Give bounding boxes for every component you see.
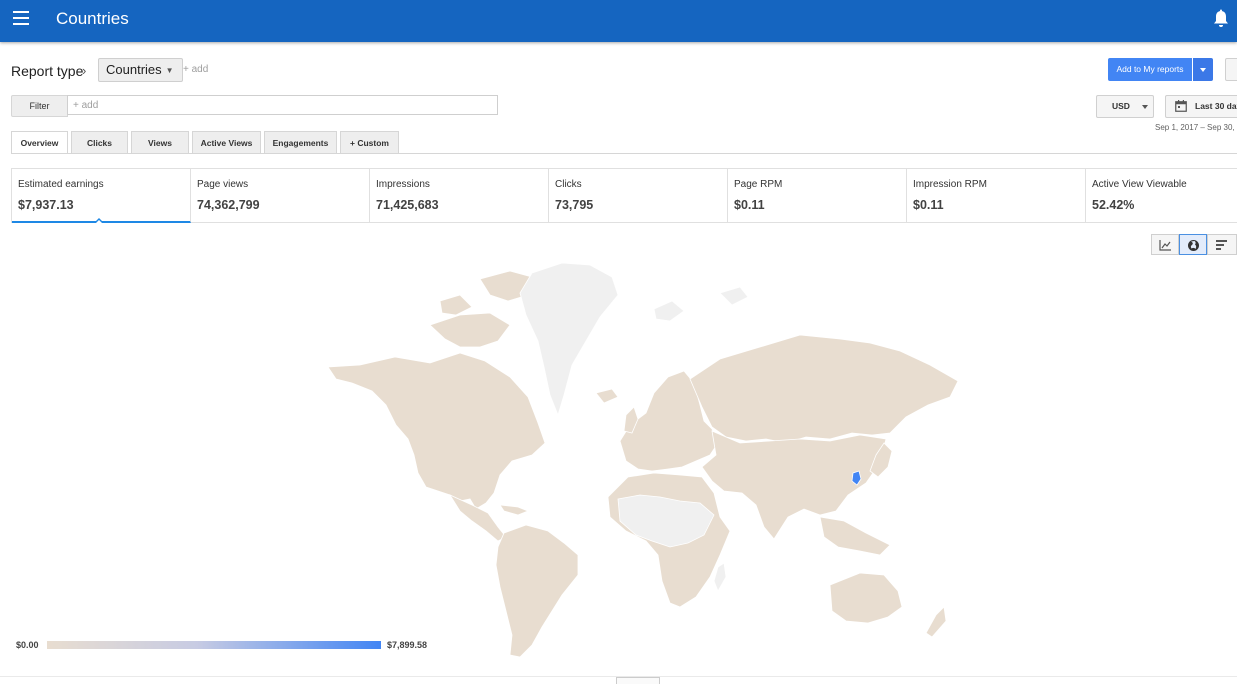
- franz-josef-region[interactable]: [719, 286, 749, 306]
- tab-clicks[interactable]: Clicks: [71, 131, 128, 153]
- iceland-region[interactable]: [595, 388, 619, 404]
- tab-custom[interactable]: + Custom: [340, 131, 399, 153]
- report-type-dropdown[interactable]: Countries ▼: [98, 58, 183, 82]
- filter-button[interactable]: Filter: [11, 95, 68, 117]
- currency-dropdown[interactable]: USD: [1096, 95, 1154, 118]
- filter-input[interactable]: + add: [67, 95, 498, 115]
- metric-value: 52.42%: [1092, 198, 1135, 212]
- metric-label: Estimated earnings: [18, 179, 104, 190]
- metrics-bar: Estimated earnings $7,937.13 Page views …: [11, 168, 1237, 223]
- tab-engagements[interactable]: Engagements: [264, 131, 337, 153]
- app-bar: Countries: [0, 0, 1237, 42]
- notifications-bell-icon[interactable]: [1212, 9, 1230, 29]
- metric-page-rpm[interactable]: Page RPM $0.11: [728, 169, 907, 223]
- metric-label: Impression RPM: [913, 179, 987, 190]
- legend-min-value: $0.00: [16, 640, 39, 650]
- metric-label: Page views: [197, 179, 249, 190]
- currency-value: USD: [1112, 101, 1130, 111]
- madagascar-region[interactable]: [713, 562, 727, 592]
- metric-label: Clicks: [555, 179, 582, 190]
- line-chart-icon: [1159, 240, 1171, 251]
- new-zealand-region[interactable]: [925, 606, 947, 638]
- date-range-text: Sep 1, 2017 – Sep 30, 2017: [1155, 123, 1237, 132]
- svalbard-region[interactable]: [653, 300, 685, 322]
- metric-value: $0.11: [734, 198, 765, 212]
- report-type-dropdown-label: Countries: [106, 62, 162, 77]
- date-range-button[interactable]: Last 30 days: [1165, 95, 1237, 118]
- date-range-label: Last 30 days: [1195, 101, 1237, 111]
- add-breakdown-link[interactable]: + add: [183, 64, 208, 75]
- metric-clicks[interactable]: Clicks 73,795: [549, 169, 728, 223]
- caret-down-icon: [1142, 105, 1148, 109]
- line-chart-view-button[interactable]: [1151, 234, 1179, 255]
- metric-estimated-earnings[interactable]: Estimated earnings $7,937.13: [12, 169, 191, 223]
- active-metric-indicator-inner: [95, 220, 103, 224]
- bar-chart-icon: [1216, 240, 1227, 250]
- metric-label: Page RPM: [734, 179, 783, 190]
- south-america-region[interactable]: [495, 524, 579, 658]
- caret-down-icon: ▼: [165, 65, 174, 75]
- metric-label: Active View Viewable: [1092, 179, 1187, 190]
- metric-impressions[interactable]: Impressions 71,425,683: [370, 169, 549, 223]
- legend-max-value: $7,899.58: [387, 640, 428, 650]
- metric-label: Impressions: [376, 179, 430, 190]
- tab-divider: [11, 153, 1237, 154]
- calendar-icon: [1175, 100, 1187, 112]
- tab-overview[interactable]: Overview: [11, 131, 68, 154]
- world-map[interactable]: [300, 255, 980, 665]
- north-america-region[interactable]: [327, 352, 546, 510]
- metric-active-view-viewable[interactable]: Active View Viewable 52.42%: [1086, 169, 1237, 223]
- bar-chart-view-button[interactable]: [1207, 234, 1237, 255]
- australia-region[interactable]: [829, 572, 903, 624]
- add-to-reports-dropdown-button[interactable]: [1193, 58, 1213, 81]
- tab-active-views[interactable]: Active Views: [192, 131, 261, 153]
- russia-region[interactable]: [689, 334, 959, 444]
- more-button[interactable]: [1225, 58, 1237, 81]
- arctic-islands-region[interactable]: [429, 270, 533, 348]
- hamburger-menu-icon[interactable]: [13, 11, 29, 25]
- map-view-button[interactable]: [1179, 234, 1207, 255]
- legend-gradient-bar: [47, 641, 381, 649]
- report-type-label: Report type: [11, 63, 84, 79]
- metric-value: 74,362,799: [197, 198, 260, 212]
- page-title: Countries: [56, 9, 129, 28]
- add-to-my-reports-button[interactable]: Add to My reports: [1108, 58, 1192, 81]
- metric-value: 71,425,683: [376, 198, 439, 212]
- metric-value: $0.11: [913, 198, 944, 212]
- caret-down-icon: [1200, 68, 1206, 72]
- globe-icon: [1188, 240, 1199, 251]
- caribbean-region[interactable]: [499, 504, 530, 516]
- breadcrumb-chevron-icon: ›: [82, 63, 87, 78]
- metric-value: $7,937.13: [18, 198, 74, 212]
- tab-views[interactable]: Views: [131, 131, 189, 153]
- metric-value: 73,795: [555, 198, 594, 212]
- asia-region[interactable]: [701, 430, 887, 540]
- metric-impression-rpm[interactable]: Impression RPM $0.11: [907, 169, 1086, 223]
- metric-page-views[interactable]: Page views 74,362,799: [191, 169, 370, 223]
- southeast-asia-region[interactable]: [819, 516, 891, 556]
